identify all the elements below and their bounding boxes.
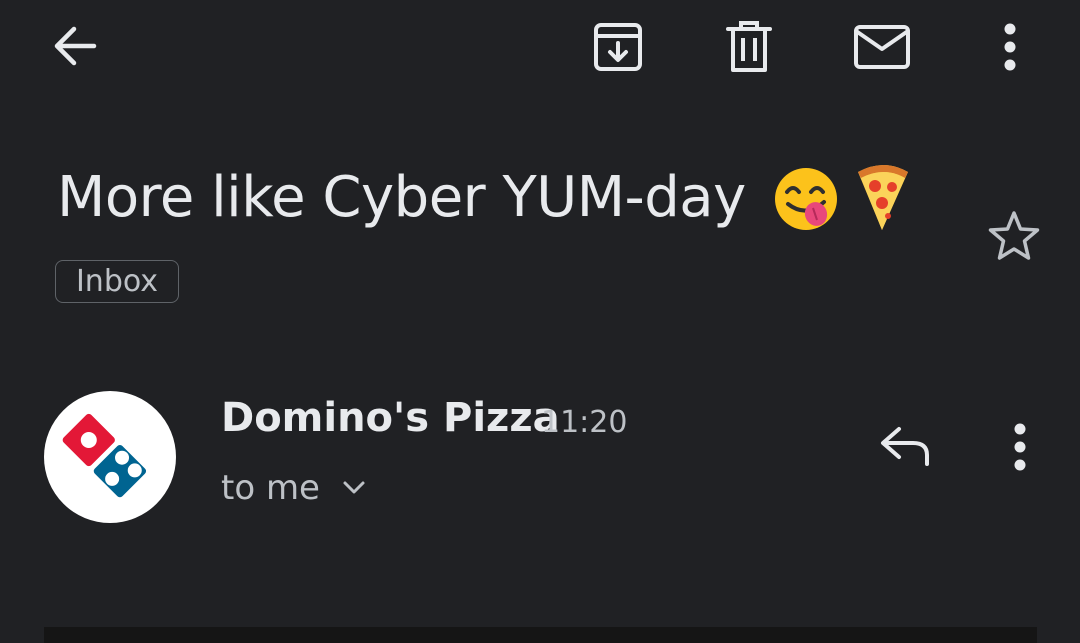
more-vert-icon — [1014, 423, 1026, 471]
sender-name: Domino's Pizza — [221, 395, 560, 441]
arrow-back-icon — [54, 26, 97, 66]
mark-unread-button[interactable] — [846, 14, 918, 80]
message-more-options-button[interactable] — [990, 416, 1050, 478]
star-outline-icon — [988, 211, 1040, 260]
top-app-bar — [0, 0, 1080, 95]
face-savoring-food-emoji — [775, 168, 837, 230]
email-subject: More like Cyber YUM-day — [57, 165, 746, 230]
star-button[interactable] — [982, 204, 1046, 268]
reply-button[interactable] — [870, 416, 940, 476]
label-chip-inbox[interactable]: Inbox — [55, 260, 179, 303]
chevron-down-icon — [343, 481, 365, 494]
more-vert-icon — [1004, 23, 1016, 71]
back-button[interactable] — [40, 13, 110, 79]
sender-avatar[interactable] — [44, 391, 176, 523]
more-options-button[interactable] — [980, 14, 1040, 80]
archive-button[interactable] — [583, 14, 653, 80]
mail-icon — [854, 25, 910, 69]
trash-icon — [726, 21, 772, 72]
recipient-label: to me — [221, 468, 320, 508]
recipient-details-toggle[interactable]: to me — [221, 466, 366, 510]
email-time: 11:20 — [541, 405, 628, 440]
pizza-emoji — [858, 165, 908, 230]
dominos-logo — [59, 410, 150, 501]
delete-button[interactable] — [714, 14, 784, 80]
email-body-container — [44, 627, 1037, 643]
archive-icon — [594, 23, 642, 71]
reply-icon — [881, 427, 929, 466]
